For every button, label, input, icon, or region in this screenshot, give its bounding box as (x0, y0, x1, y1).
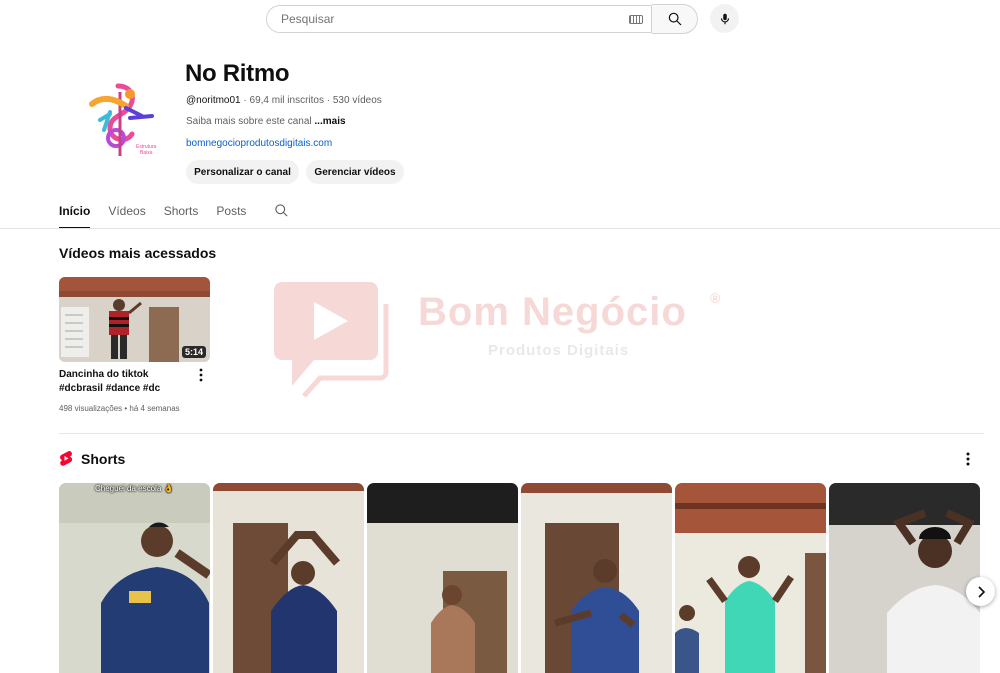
subscriber-count: 69,4 mil inscritos (249, 95, 324, 106)
tab-videos[interactable]: Vídeos (108, 199, 145, 227)
short-thumbnail[interactable]: Cheguei da escola 👌 (59, 483, 210, 673)
short-thumbnail[interactable] (213, 483, 364, 673)
short-thumbnail[interactable] (675, 483, 826, 673)
watermark-play-icon (274, 282, 389, 398)
search-input[interactable] (279, 11, 613, 27)
watermark-registered: ® (710, 290, 721, 306)
more-vert-icon[interactable] (962, 451, 974, 467)
short-image (367, 483, 518, 673)
channel-handle: @noritmo01 (186, 95, 241, 106)
channel-logo-icon: Estrutura Baixa (89, 83, 157, 156)
channel-tabs: Início Vídeos Shorts Posts (59, 199, 264, 229)
watermark-sub: Produtos Digitais (488, 342, 630, 359)
short-thumbnail[interactable] (521, 483, 672, 673)
tab-home[interactable]: Início (59, 199, 91, 229)
short-caption: Cheguei da escola 👌 (95, 484, 174, 493)
short-thumbnail[interactable] (829, 483, 980, 673)
channel-search-icon[interactable] (274, 203, 289, 218)
channel-name: No Ritmo (185, 60, 290, 87)
video-duration: 5:14 (181, 346, 206, 358)
video-count: 530 vídeos (332, 95, 382, 106)
video-thumbnail[interactable]: 5:14 (59, 277, 210, 362)
search-bar (266, 4, 698, 34)
watermark-brand: Bom Negócio (418, 290, 687, 334)
manage-videos-button[interactable]: Gerenciar vídeos (306, 160, 404, 184)
voice-search-button[interactable] (710, 4, 739, 33)
shorts-next-button[interactable] (966, 577, 995, 606)
keyboard-icon[interactable] (629, 15, 643, 24)
about-more-link[interactable]: ...mais (314, 116, 345, 127)
video-title[interactable]: Dancinha do tiktok #dcbrasil #dance #dc (59, 368, 191, 396)
more-vert-icon[interactable] (196, 368, 206, 382)
search-icon (668, 12, 681, 26)
short-image (213, 483, 364, 673)
tabs-divider (0, 228, 1000, 229)
svg-text:Baixa: Baixa (140, 150, 153, 156)
channel-about[interactable]: Saiba mais sobre este canal ...mais (186, 116, 346, 127)
meta-separator: · (323, 95, 333, 106)
meta-separator: · (240, 95, 250, 106)
mic-icon (720, 13, 729, 24)
short-image (59, 483, 210, 673)
search-box[interactable] (266, 5, 652, 33)
channel-meta: @noritmo01 · 69,4 mil inscritos · 530 ví… (186, 95, 382, 106)
search-button[interactable] (652, 4, 698, 34)
shorts-section-title: Shorts (81, 450, 126, 467)
watermark: Bom Negócio ® Produtos Digitais (274, 276, 734, 401)
chevron-right-icon (977, 585, 985, 598)
shorts-logo-icon (60, 451, 73, 466)
customize-channel-button[interactable]: Personalizar o canal (186, 160, 299, 184)
short-thumbnail[interactable] (367, 483, 518, 673)
popular-section-title: Vídeos mais acessados (59, 245, 217, 261)
short-image (675, 483, 826, 673)
channel-external-link[interactable]: bomnegocioprodutosdigitais.com (186, 138, 332, 149)
section-divider (59, 433, 984, 434)
short-image (829, 483, 980, 673)
shorts-section-header: Shorts (59, 450, 125, 467)
about-text: Saiba mais sobre este canal (186, 116, 315, 127)
channel-avatar[interactable]: Estrutura Baixa (70, 72, 166, 168)
tab-posts[interactable]: Posts (216, 199, 246, 227)
short-image (521, 483, 672, 673)
video-stats: 498 visualizações • há 4 semanas (59, 404, 180, 413)
tab-shorts[interactable]: Shorts (164, 199, 199, 227)
